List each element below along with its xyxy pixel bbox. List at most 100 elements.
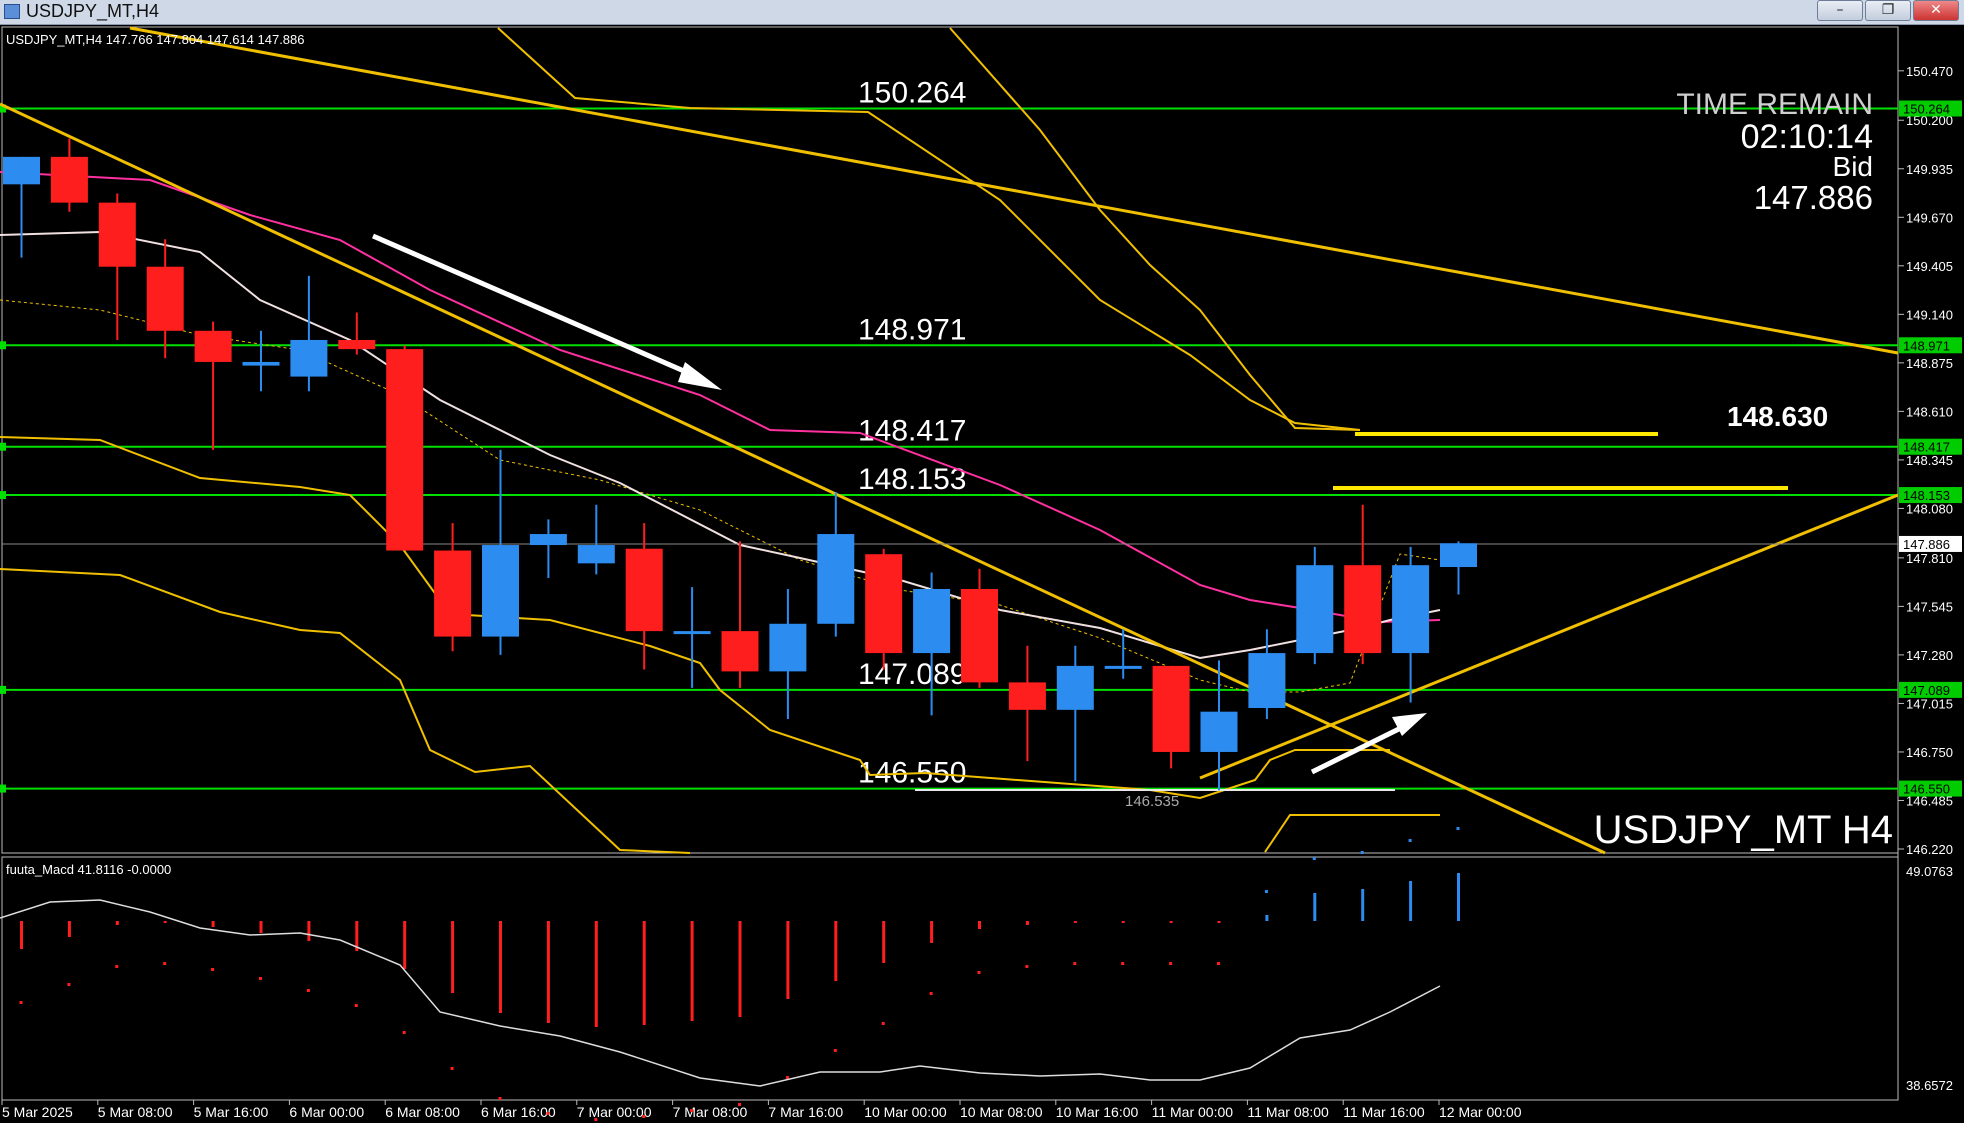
candle-body [98,202,136,267]
macd-signal-dot [1360,851,1364,854]
macd-label: fuuta_Macd 41.8116 -0.0000 [6,862,171,877]
chart-canvas[interactable]: 150.264 148.971 148.417 148.153 147.089 146.5… [0,24,1964,1123]
macd-signal-dot [977,971,981,974]
price-tick-label: 146.750 [1906,745,1953,760]
time-remain-label: TIME REMAIN [1676,88,1873,121]
price-tag-label: 148.153 [1903,488,1950,503]
candle-body [194,330,232,362]
time-tick-label: 10 Mar 08:00 [960,1104,1043,1120]
candle-body [242,361,280,366]
time-tick-label: 11 Mar 00:00 [1152,1104,1234,1120]
candle-body [673,631,711,635]
bid-value: 147.886 [1754,179,1873,216]
candle-body [529,534,567,546]
macd-signal-dot [594,1118,598,1121]
app-icon [4,4,20,19]
time-tick-label: 6 Mar 00:00 [289,1104,364,1120]
macd-signal-dot [1169,962,1173,965]
pink-ma-line [0,171,1441,624]
price-tick-label: 149.405 [1906,259,1953,274]
macd-signal-dot [163,962,167,965]
level-label-148.153: 148.153 [858,463,966,496]
candle-body [1392,565,1430,654]
maximize-button[interactable]: ❐ [1865,0,1911,21]
time-tick-label: 10 Mar 00:00 [864,1104,947,1120]
candle-body [1152,665,1190,752]
macd-signal-dot [1121,962,1125,965]
candle-body [1008,682,1046,710]
macd-signal-dot [1217,962,1220,965]
macd-signal-dot [354,1004,358,1007]
macd-tick-label: 49.0763 [1906,864,1953,879]
candle-body [769,623,807,672]
time-tick-label: 7 Mar 00:00 [577,1104,652,1120]
level-label-148.971: 148.971 [858,313,966,346]
candle-body [1104,665,1142,669]
candle-body [865,554,903,654]
candle-body [1056,665,1094,710]
price-tag-label: 150.264 [1903,102,1950,117]
level-anchor-148.971 [0,341,6,350]
candle-body [913,588,951,654]
price-tick-label: 149.670 [1906,210,1953,225]
macd-signal-dot [1456,827,1460,830]
price-tick-label: 146.220 [1906,842,1953,857]
white-ma-line [0,230,1441,660]
macd-signal-dot [881,1022,885,1025]
macd-signal-dot [1025,965,1029,968]
window-title: USDJPY_MT,H4 [26,1,160,21]
level-label-150.264: 150.264 [858,77,966,110]
price-tag-label: 148.971 [1903,338,1950,353]
macd-tick-label: 38.6572 [1906,1078,1953,1093]
macd-signal-dot [642,1115,646,1118]
macd-panel-frame [1,856,1899,1101]
middle-band-line [949,27,1361,431]
bid-label: Bid [1833,151,1873,182]
low-marker-label: 146.535 [1125,793,1179,810]
candle-body [721,631,759,672]
candle-body [1344,565,1382,654]
candle-body [290,339,328,377]
macd-signal-dot [1312,857,1316,860]
candle-body [1440,543,1477,568]
candle-body [625,548,663,632]
down-arrow-head [678,362,722,390]
macd-signal-dot [67,983,71,986]
macd-signal-dot [833,1049,837,1052]
price-tick-label: 149.935 [1906,162,1953,177]
candle-body [3,156,40,185]
level-anchor-148.417 [0,442,6,451]
price-tag-label: 148.417 [1903,440,1950,455]
time-axis: 5 Mar 2025 5 Mar 08:00 5 Mar 16:00 6 Mar 00… [1,1100,1522,1120]
price-tick-label: 147.015 [1906,696,1953,711]
level-anchor-148.153 [0,491,6,500]
price-tick-label: 148.610 [1906,404,1953,419]
price-tag-label: 147.886 [1903,537,1950,552]
time-tick-label: 11 Mar 16:00 [1343,1104,1425,1120]
minimize-button[interactable]: – [1817,0,1863,21]
chart-watermark: USDJPY_MT H4 [1594,808,1893,852]
price-tick-label: 147.545 [1906,599,1953,614]
time-tick-label: 7 Mar 08:00 [673,1104,748,1120]
macd-signal-dot [929,992,933,995]
macd-signal-dot [1264,890,1268,893]
price-tick-label: 148.875 [1906,356,1953,371]
macd-signal-dot [19,1001,23,1004]
macd-layer: 49.0763 38.6572 [0,827,1953,1121]
macd-signal-dot [259,977,262,980]
chart-header: USDJPY_MT,H4 147.766 147.804 147.614 147… [6,32,305,47]
candle-body [482,545,519,637]
candle-body [386,349,424,551]
highlight-level-label: 148.630 [1727,401,1828,432]
candle-body [961,588,998,683]
macd-signal-dot [690,1109,694,1112]
candle-body [1200,711,1238,752]
time-tick-label: 6 Mar 16:00 [481,1104,556,1120]
level-anchor-147.089 [0,685,6,694]
close-button[interactable]: ✕ [1913,0,1959,21]
lower-band-line-3 [1264,814,1440,853]
time-tick-label: 12 Mar 00:00 [1439,1104,1522,1120]
macd-signal-dot [1073,962,1077,965]
price-tick-label: 147.280 [1906,648,1953,663]
level-label-148.417: 148.417 [858,415,966,448]
